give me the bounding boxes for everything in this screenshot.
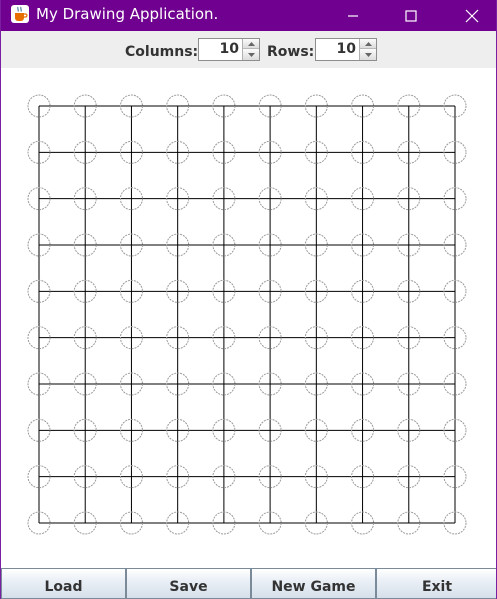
title-bar[interactable]: My Drawing Application.: [1, 0, 496, 31]
new-game-button[interactable]: New Game: [251, 568, 376, 599]
grid-size-panel: Columns: 10 Rows: 10: [1, 31, 496, 68]
chevron-down-icon: [364, 52, 372, 57]
columns-spinner[interactable]: 10: [198, 38, 260, 61]
load-button[interactable]: Load: [1, 568, 126, 599]
rows-value[interactable]: 10: [318, 39, 356, 60]
columns-increment-button[interactable]: [242, 39, 259, 49]
maximize-button[interactable]: [388, 0, 434, 31]
minimize-button[interactable]: [330, 0, 376, 31]
button-bar: Load Save New Game Exit: [1, 568, 496, 599]
columns-value[interactable]: 10: [201, 39, 239, 60]
close-button[interactable]: [449, 0, 495, 31]
columns-decrement-button[interactable]: [242, 49, 259, 60]
grid-board[interactable]: [1, 68, 497, 568]
window-title: My Drawing Application.: [36, 5, 219, 23]
rows-decrement-button[interactable]: [359, 49, 376, 60]
chevron-down-icon: [247, 52, 255, 57]
rows-increment-button[interactable]: [359, 39, 376, 49]
maximize-icon: [405, 9, 417, 22]
exit-button[interactable]: Exit: [376, 568, 496, 599]
application-window: My Drawing Application. Columns: 10 Rows…: [0, 0, 497, 599]
rows-label: Rows:: [267, 44, 315, 60]
chevron-up-icon: [247, 41, 255, 46]
minimize-icon: [348, 14, 358, 17]
java-cup-icon: [11, 5, 29, 23]
drawing-canvas[interactable]: [1, 68, 497, 568]
close-icon: [465, 9, 479, 22]
columns-label: Columns:: [125, 44, 199, 60]
save-button[interactable]: Save: [126, 568, 251, 599]
rows-spinner[interactable]: 10: [315, 38, 377, 61]
chevron-up-icon: [364, 41, 372, 46]
